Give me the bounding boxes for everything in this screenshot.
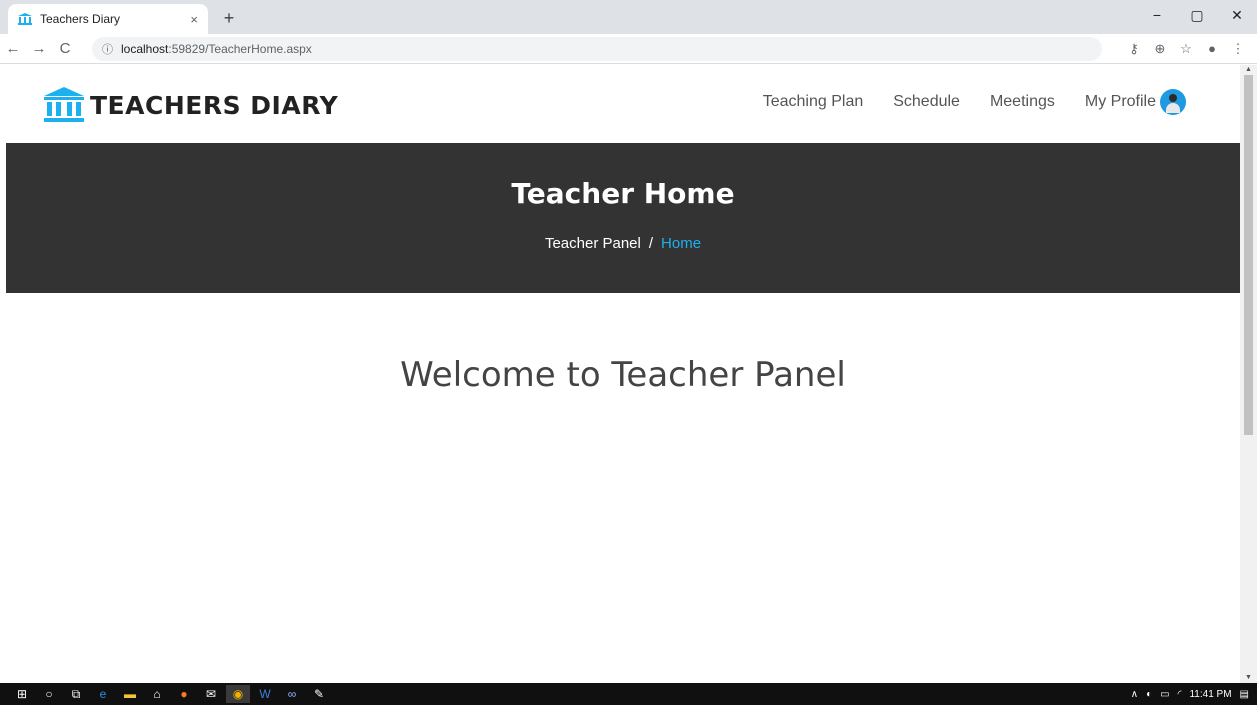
file-explorer-icon[interactable]: ▬ — [118, 685, 142, 703]
edge-icon[interactable]: e — [91, 685, 115, 703]
account-icon[interactable]: ● — [1201, 38, 1223, 60]
window-controls: − ▢ ✕ — [1137, 0, 1257, 34]
forward-button[interactable]: → — [26, 40, 52, 57]
wifi-icon[interactable]: ◜ — [1178, 689, 1182, 700]
logo-text: TEACHERS DIARY — [90, 90, 339, 120]
bank-icon — [18, 13, 32, 25]
bookmark-star-icon[interactable]: ☆ — [1175, 38, 1197, 60]
breadcrumb: Teacher Panel / Home — [6, 235, 1240, 252]
firefox-icon[interactable]: ● — [172, 685, 196, 703]
menu-icon[interactable]: ⋮ — [1227, 38, 1249, 60]
breadcrumb-parent[interactable]: Teacher Panel — [545, 235, 641, 252]
notifications-icon[interactable]: ▤ — [1240, 689, 1249, 700]
breadcrumb-current: Home — [661, 235, 702, 252]
bank-logo-icon — [44, 87, 84, 122]
battery-icon[interactable]: ▭ — [1160, 689, 1169, 700]
url-host: localhost — [121, 42, 169, 56]
key-icon[interactable]: ⚷ — [1123, 38, 1145, 60]
mail-icon[interactable]: ✉ — [199, 685, 223, 703]
toolbar-actions: ⚷ ⊕ ☆ ● ⋮ — [1123, 38, 1249, 60]
nav-my-profile[interactable]: My Profile — [1085, 89, 1186, 115]
page-viewport: TEACHERS DIARY Teaching Plan Schedule Me… — [6, 65, 1240, 683]
info-icon[interactable]: ⓘ — [102, 41, 113, 57]
chrome-icon[interactable]: ◉ — [226, 685, 250, 703]
search-icon[interactable]: ○ — [37, 685, 61, 703]
word-icon[interactable]: W — [253, 685, 277, 703]
browser-tab[interactable]: Teachers Diary × — [8, 4, 208, 34]
new-tab-button[interactable]: + — [218, 7, 240, 29]
app-icon[interactable]: ✎ — [307, 685, 331, 703]
zoom-icon[interactable]: ⊕ — [1149, 38, 1171, 60]
page-banner: Teacher Home Teacher Panel / Home — [6, 143, 1240, 293]
tab-close-icon[interactable]: × — [190, 12, 198, 27]
browser-toolbar: ← → C ⓘ localhost:59829/TeacherHome.aspx… — [0, 34, 1257, 64]
page-scrollbar[interactable]: ▲ ▼ — [1240, 65, 1257, 683]
browser-tab-bar: Teachers Diary × + − ▢ ✕ — [0, 0, 1257, 34]
welcome-heading: Welcome to Teacher Panel — [400, 355, 846, 395]
task-view-icon[interactable]: ⧉ — [64, 685, 88, 703]
page-title: Teacher Home — [511, 177, 735, 210]
maximize-button[interactable]: ▢ — [1177, 0, 1217, 30]
chevron-up-icon[interactable]: ∧ — [1131, 689, 1138, 700]
taskbar-icons: ⊞ ○ ⧉ e ▬ ⌂ ● ✉ ◉ W ∞ ✎ — [0, 685, 334, 703]
site-header: TEACHERS DIARY Teaching Plan Schedule Me… — [6, 65, 1240, 143]
close-window-button[interactable]: ✕ — [1217, 0, 1257, 30]
main-nav: Teaching Plan Schedule Meetings My Profi… — [733, 89, 1186, 115]
reload-button[interactable]: C — [52, 40, 78, 57]
url-path: :59829/TeacherHome.aspx — [168, 42, 312, 56]
nav-my-profile-label: My Profile — [1084, 93, 1156, 110]
windows-start-icon[interactable]: ⊞ — [10, 685, 34, 703]
os-taskbar: ⊞ ○ ⧉ e ▬ ⌂ ● ✉ ◉ W ∞ ✎ ∧ ◐ ▭ ◜ 11:41 PM… — [0, 683, 1257, 705]
scroll-down-icon[interactable]: ▼ — [1240, 673, 1257, 683]
store-icon[interactable]: ⌂ — [145, 685, 169, 703]
minimize-button[interactable]: − — [1137, 0, 1177, 30]
nav-schedule[interactable]: Schedule — [893, 93, 960, 111]
system-tray: ∧ ◐ ▭ ◜ 11:41 PM ▤ — [1131, 683, 1249, 705]
breadcrumb-separator: / — [648, 235, 654, 252]
site-logo[interactable]: TEACHERS DIARY — [44, 87, 338, 123]
clock[interactable]: 11:41 PM — [1189, 689, 1231, 700]
avatar-icon — [1160, 89, 1186, 115]
tab-title: Teachers Diary — [40, 12, 121, 26]
address-bar[interactable]: ⓘ localhost:59829/TeacherHome.aspx — [92, 37, 1102, 61]
back-button[interactable]: ← — [0, 40, 26, 57]
link-icon[interactable]: ∞ — [280, 685, 304, 703]
scroll-up-icon[interactable]: ▲ — [1240, 65, 1257, 75]
scroll-thumb[interactable] — [1244, 75, 1253, 435]
nav-teaching-plan[interactable]: Teaching Plan — [763, 93, 864, 111]
nav-meetings[interactable]: Meetings — [990, 93, 1055, 111]
network-icon[interactable]: ◐ — [1146, 689, 1152, 700]
